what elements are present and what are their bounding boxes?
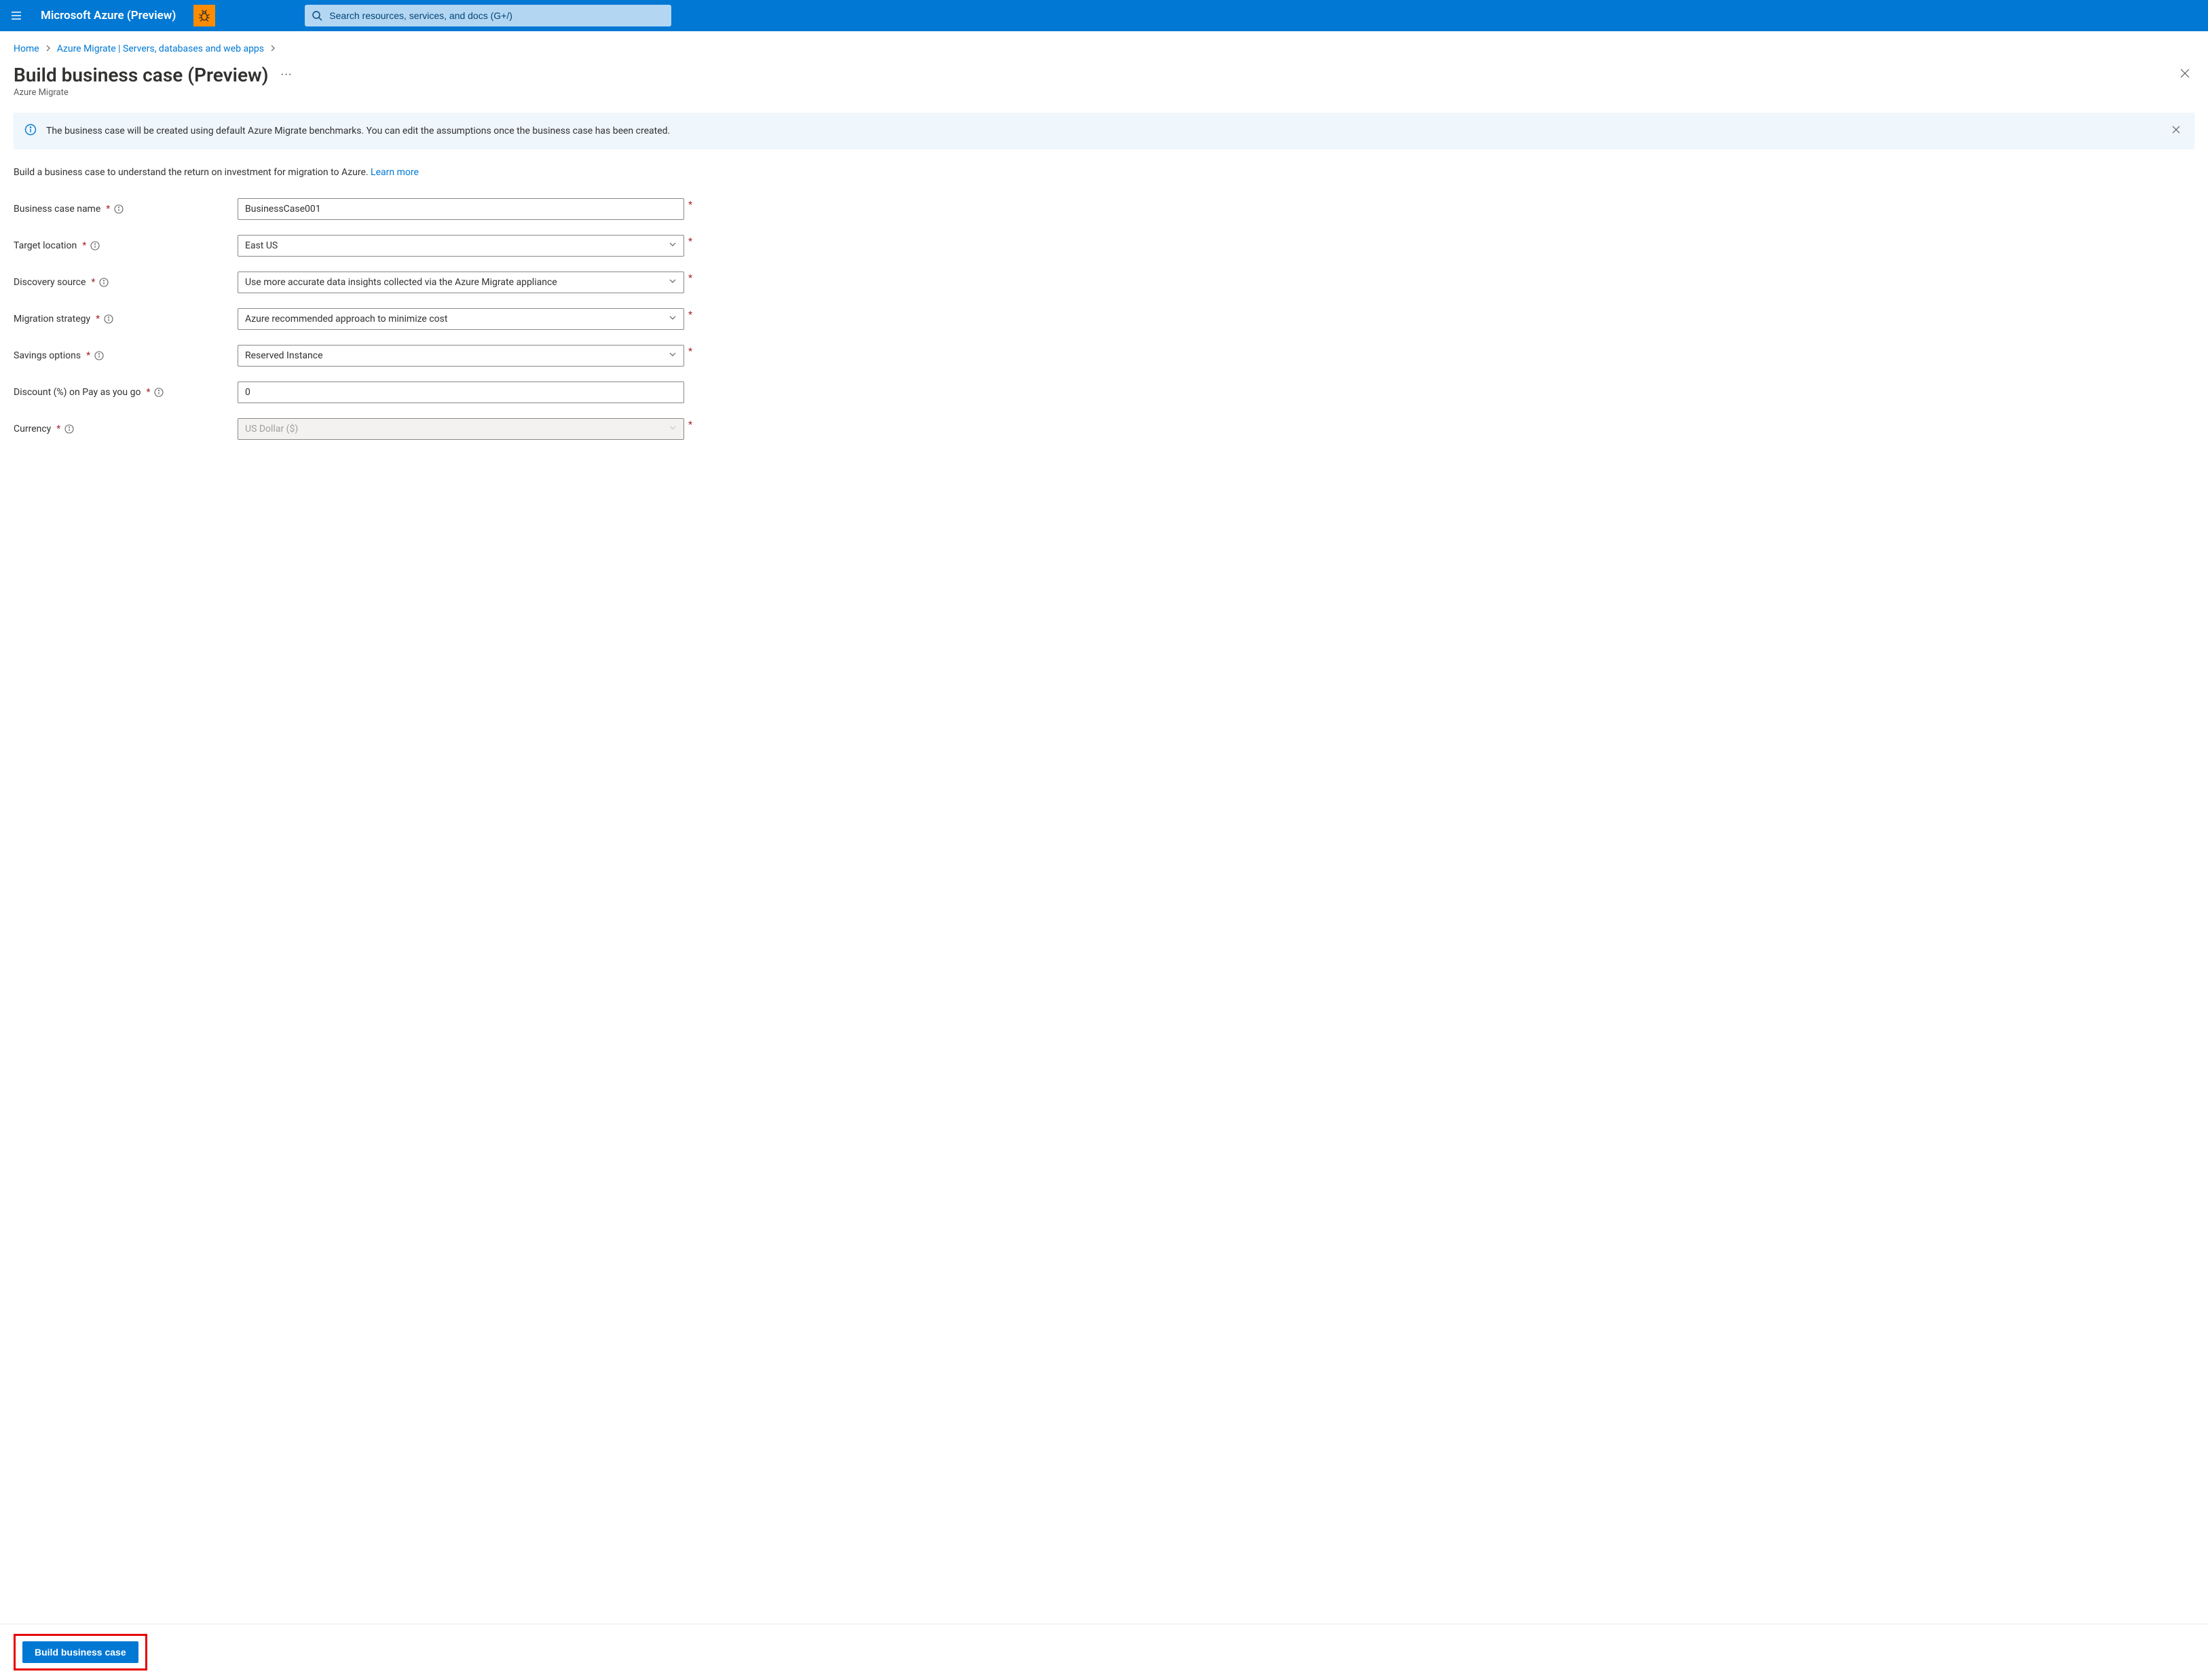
required-asterisk: * [82, 240, 86, 251]
chevron-down-icon [669, 350, 677, 361]
intro-text: Build a business case to understand the … [14, 167, 2194, 178]
search-icon [312, 10, 322, 21]
info-icon[interactable] [154, 388, 164, 397]
label-name: Business case name * [14, 204, 224, 214]
row-strategy: Migration strategy * Azure recommended a… [14, 308, 692, 330]
savings-options-select[interactable]: Reserved Instance [238, 345, 684, 367]
info-icon[interactable] [99, 278, 109, 287]
discount-input[interactable] [238, 381, 684, 403]
row-discount: Discount (%) on Pay as you go * * [14, 381, 692, 403]
more-actions-button[interactable]: ··· [278, 65, 295, 85]
heading-left: Build business case (Preview) ··· [14, 64, 295, 86]
footer: Build business case [0, 1624, 2208, 1680]
chevron-down-icon [669, 240, 677, 251]
chevron-down-icon [669, 424, 677, 434]
required-asterisk: * [91, 277, 95, 288]
currency-value: US Dollar ($) [245, 424, 298, 434]
required-asterisk: * [688, 310, 692, 320]
brand-label[interactable]: Microsoft Azure (Preview) [35, 9, 181, 22]
required-asterisk: * [146, 387, 150, 398]
required-asterisk: * [86, 350, 90, 361]
chevron-down-icon [669, 314, 677, 324]
target-location-select[interactable]: East US [238, 235, 684, 257]
migration-strategy-select[interactable]: Azure recommended approach to minimize c… [238, 308, 684, 330]
required-asterisk: * [106, 204, 110, 214]
migration-strategy-value: Azure recommended approach to minimize c… [245, 314, 447, 324]
info-icon [24, 124, 37, 138]
info-icon[interactable] [90, 241, 100, 250]
label-location-text: Target location [14, 240, 77, 251]
row-name: Business case name * * [14, 198, 692, 220]
target-location-value: East US [245, 240, 278, 251]
required-asterisk: * [688, 273, 692, 284]
breadcrumb-home[interactable]: Home [14, 43, 39, 54]
breadcrumb-migrate[interactable]: Azure Migrate | Servers, databases and w… [57, 43, 264, 54]
close-icon [2179, 68, 2190, 79]
label-discovery-text: Discovery source [14, 277, 86, 288]
build-business-case-button[interactable]: Build business case [22, 1641, 138, 1663]
label-currency-text: Currency [14, 424, 51, 434]
row-currency: Currency * US Dollar ($) * [14, 418, 692, 440]
breadcrumb: Home Azure Migrate | Servers, databases … [14, 43, 2194, 54]
required-asterisk: * [688, 419, 692, 430]
highlight-annotation: Build business case [14, 1634, 147, 1670]
search-box[interactable] [305, 5, 671, 26]
label-discount: Discount (%) on Pay as you go * [14, 387, 224, 398]
page-title: Build business case (Preview) [14, 64, 269, 86]
page-subtitle: Azure Migrate [14, 88, 2194, 98]
form: Business case name * * Target location *… [14, 198, 692, 440]
chevron-right-icon [269, 43, 276, 54]
required-asterisk: * [96, 314, 100, 324]
report-bug-button[interactable] [193, 5, 215, 26]
chevron-right-icon [45, 43, 52, 54]
business-case-name-input[interactable] [238, 198, 684, 220]
required-asterisk: * [56, 424, 60, 434]
currency-select: US Dollar ($) [238, 418, 684, 440]
label-strategy: Migration strategy * [14, 314, 224, 324]
row-savings: Savings options * Reserved Instance * [14, 345, 692, 367]
bug-icon [198, 9, 211, 22]
hamburger-menu-button[interactable] [5, 5, 27, 26]
label-discount-text: Discount (%) on Pay as you go [14, 387, 141, 398]
close-icon [2171, 125, 2181, 134]
intro-body: Build a business case to understand the … [14, 167, 371, 178]
label-currency: Currency * [14, 424, 224, 434]
heading-row: Build business case (Preview) ··· [14, 64, 2194, 86]
row-location: Target location * East US * [14, 235, 692, 257]
required-asterisk: * [688, 346, 692, 357]
savings-options-value: Reserved Instance [245, 350, 323, 361]
label-discovery: Discovery source * [14, 277, 224, 288]
info-icon[interactable] [114, 204, 124, 214]
banner-text: The business case will be created using … [46, 126, 2159, 136]
hamburger-icon [10, 10, 22, 22]
label-strategy-text: Migration strategy [14, 314, 90, 324]
chevron-down-icon [669, 277, 677, 288]
search-input[interactable] [329, 10, 665, 21]
required-asterisk: * [688, 236, 692, 247]
content: Home Azure Migrate | Servers, databases … [0, 31, 2208, 1624]
row-discovery: Discovery source * Use more accurate dat… [14, 272, 692, 293]
discovery-source-select[interactable]: Use more accurate data insights collecte… [238, 272, 684, 293]
learn-more-link[interactable]: Learn more [371, 167, 419, 178]
info-banner: The business case will be created using … [14, 113, 2194, 149]
banner-close-button[interactable] [2169, 122, 2184, 140]
required-asterisk: * [688, 200, 692, 210]
info-icon[interactable] [64, 424, 74, 434]
topbar: Microsoft Azure (Preview) [0, 0, 2208, 31]
info-icon[interactable] [104, 314, 113, 324]
search-wrap [305, 5, 671, 26]
label-savings-text: Savings options [14, 350, 81, 361]
label-savings: Savings options * [14, 350, 224, 361]
close-blade-button[interactable] [2175, 64, 2194, 86]
label-location: Target location * [14, 240, 224, 251]
label-name-text: Business case name [14, 204, 100, 214]
discovery-source-value: Use more accurate data insights collecte… [245, 277, 557, 288]
info-icon[interactable] [94, 351, 104, 360]
